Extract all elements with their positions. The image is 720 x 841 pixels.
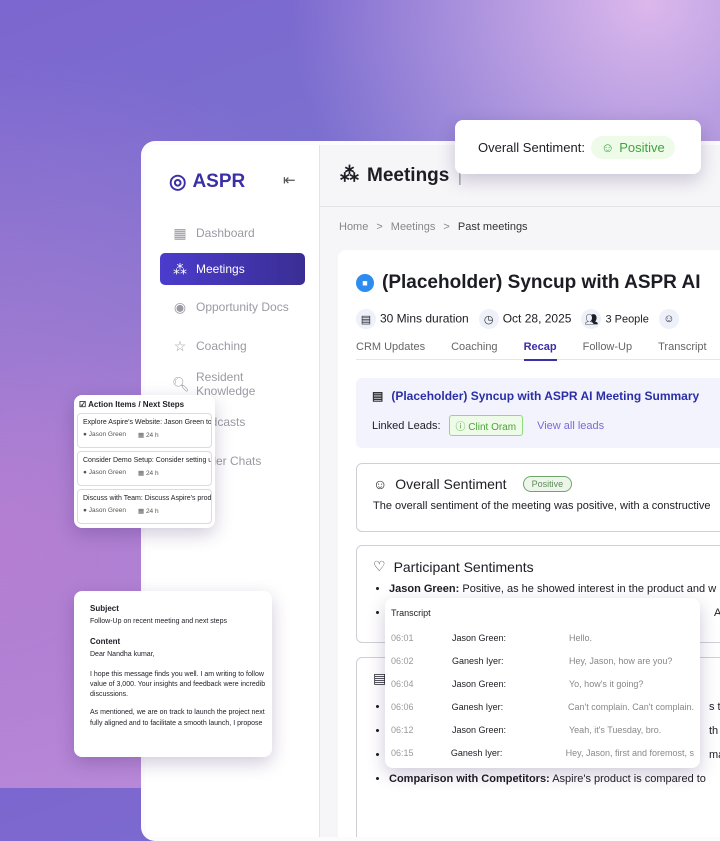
- logo[interactable]: ◎ ASPR: [169, 169, 245, 194]
- people-icon: 👥︎: [581, 309, 602, 329]
- calendar-icon: ▦: [137, 508, 145, 515]
- dashboard-icon: ▦: [173, 224, 187, 241]
- people: 👥︎ 3 People: [581, 309, 649, 329]
- transcript-row: 06:01 Jason Green: Hello.: [391, 632, 593, 643]
- calendar-icon: ▦: [137, 470, 145, 477]
- date: ◷ Oct 28, 2025: [478, 309, 571, 329]
- transcript-popup: Transcript 06:01 Jason Green: Hello. 06:02…: [385, 598, 700, 768]
- meetings-icon: ⁂: [340, 165, 359, 186]
- aspr-logo-icon: ◎: [169, 171, 187, 193]
- transcript-row: 06:15 Ganesh Iyer: Hey, Jason, first and f…: [391, 747, 694, 758]
- lead-badge[interactable]: ⓘ Clint Oram: [448, 415, 524, 436]
- tab-follow-up[interactable]: Follow-Up: [583, 341, 633, 353]
- user-icon: ●: [83, 507, 87, 514]
- summary-box: ▤ (Placeholder) Syncup with ASPR AI Meeti…: [356, 378, 720, 448]
- duration: ▤ 30 Mins duration: [356, 309, 469, 329]
- clock-icon: ◷: [478, 309, 499, 329]
- tab-transcript[interactable]: Transcript: [658, 341, 707, 353]
- overall-sentiment-section: ☺ Overall Sentiment Positive The overall s…: [356, 463, 720, 532]
- heart-icon: ♡: [373, 558, 386, 574]
- transcript-row: 06:04 Jason Green: Yo, how's it going?: [391, 678, 644, 689]
- smile-icon: ☺: [658, 309, 679, 329]
- breadcrumb-current: Past meetings: [457, 221, 528, 233]
- meetings-icon: ⁂: [173, 260, 187, 277]
- calendar-icon: ▤: [356, 309, 376, 329]
- sentiment-popup: Overall Sentiment: ☺ Positive: [455, 120, 701, 174]
- page-title: Meetings: [367, 164, 450, 186]
- view-all-leads-link[interactable]: View all leads: [537, 420, 604, 432]
- tabs: CRM Updates Coaching Recap Follow-Up Tra…: [356, 341, 720, 361]
- action-item[interactable]: Consider Demo Setup: Consider setting up…: [77, 451, 212, 486]
- action-item[interactable]: Discuss with Team: Discuss Aspire's prod…: [77, 489, 212, 524]
- action-item[interactable]: Explore Aspire's Website: Jason Green to…: [77, 413, 212, 448]
- podcast-icon: ◉: [173, 298, 187, 315]
- email-draft-popup: Subject Follow-Up on recent meeting and …: [74, 591, 272, 757]
- calendar-icon: ▦: [137, 432, 145, 439]
- transcript-row: 06:06 Ganesh Iyer: Can't complain. Can't c…: [391, 701, 694, 712]
- tab-recap[interactable]: Recap: [523, 341, 557, 361]
- meeting-title: ■ (Placeholder) Syncup with ASPR AI: [356, 272, 700, 294]
- collapse-sidebar-icon[interactable]: ⇤: [283, 171, 296, 189]
- breadcrumb: Home > Meetings > Past meetings: [339, 221, 528, 233]
- user-icon: ●: [83, 469, 87, 476]
- star-icon: ☆: [173, 337, 187, 354]
- smile-icon: ☺: [600, 139, 615, 155]
- tab-crm-updates[interactable]: CRM Updates: [356, 341, 425, 353]
- meeting-meta: ▤ 30 Mins duration ◷ Oct 28, 2025 👥︎ 3 Peop…: [356, 309, 683, 329]
- sentiment-badge: Positive: [522, 476, 573, 492]
- doc-search-icon: 🔍︎: [172, 375, 190, 392]
- checklist-icon: ☑: [79, 400, 87, 409]
- sidebar-item-coaching[interactable]: ☆ Coaching: [160, 330, 305, 362]
- sidebar-item-opportunity-docs[interactable]: ◉ Opportunity Docs: [160, 291, 305, 323]
- video-icon: ■: [356, 274, 374, 292]
- breadcrumb-meetings[interactable]: Meetings: [391, 221, 436, 233]
- sidebar-item-dashboard[interactable]: ▦ Dashboard: [160, 217, 305, 249]
- breadcrumb-home[interactable]: Home: [339, 221, 368, 233]
- tab-coaching[interactable]: Coaching: [451, 341, 497, 353]
- sentiment-badge: ☺ Positive: [590, 135, 675, 159]
- action-items-popup: ☑ Action Items / Next Steps Explore Aspi…: [74, 395, 215, 528]
- transcript-row: 06:12 Jason Green: Yeah, it's Tuesday, bro…: [391, 724, 662, 735]
- smile-icon: ☺: [373, 476, 388, 492]
- transcript-row: 06:02 Ganesh Iyer: Hey, Jason, how are you…: [391, 655, 673, 666]
- sidebar-item-meetings[interactable]: ⁂ Meetings: [160, 253, 305, 285]
- calendar-icon: ▤: [372, 389, 384, 403]
- user-icon: ●: [83, 431, 87, 438]
